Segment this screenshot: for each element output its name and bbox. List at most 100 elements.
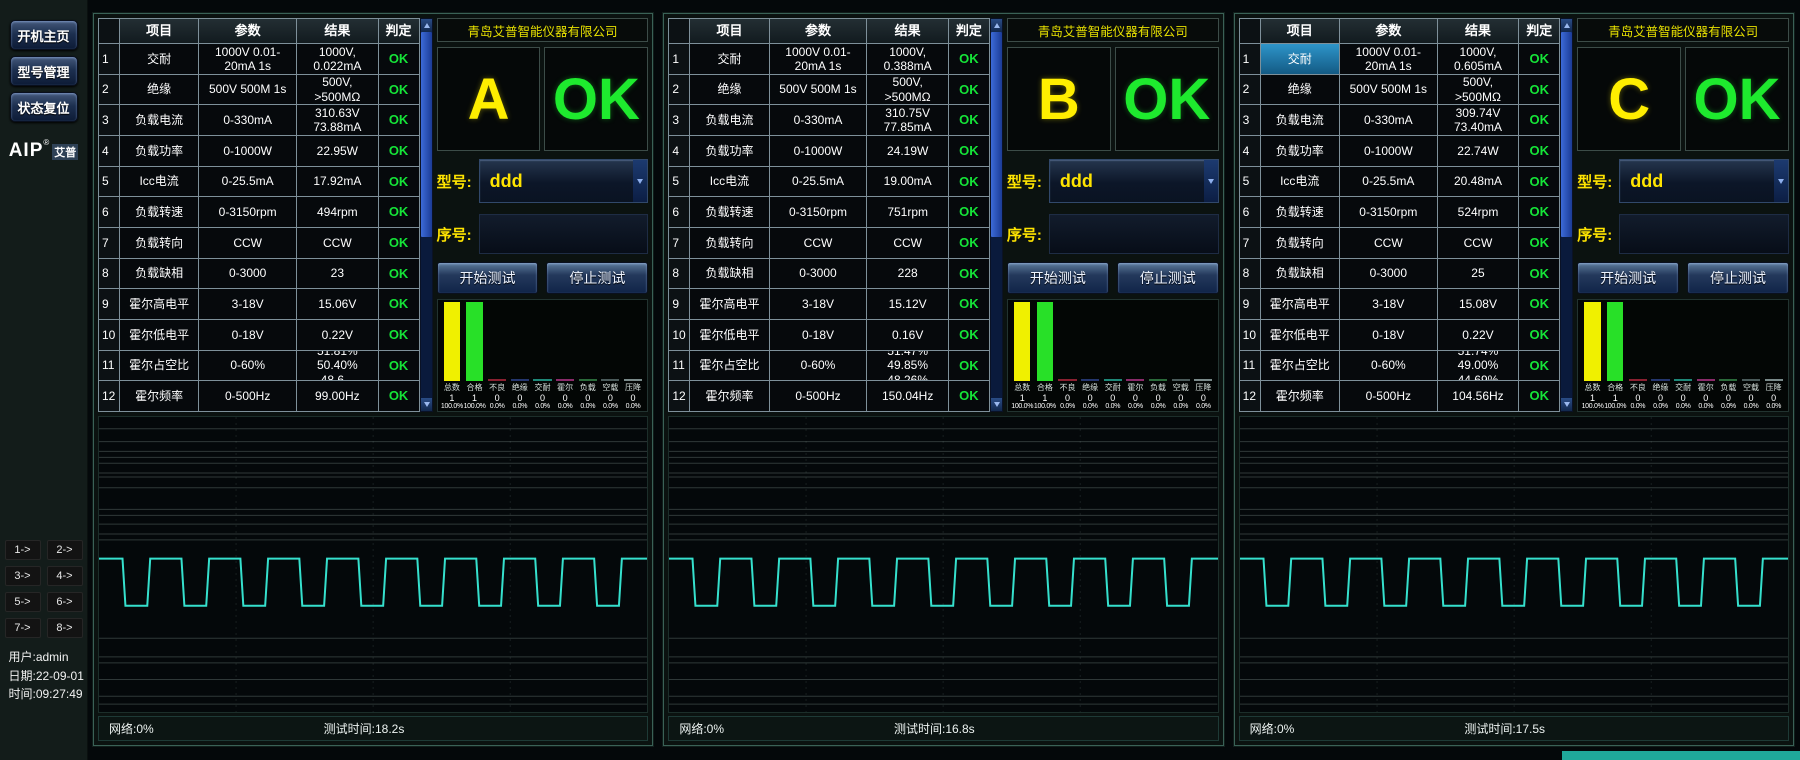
table-scrollbar[interactable] [420,18,433,412]
item-cell[interactable]: 交耐 [1261,44,1339,74]
stop-test-button[interactable]: 停止测试 [1117,262,1219,294]
scrollbar-track[interactable] [421,32,432,398]
column-header: 判定 [949,19,989,43]
chevron-down-icon[interactable] [1774,160,1788,202]
quick-button-5[interactable]: 5-> [5,592,41,612]
chevron-down-icon[interactable] [1204,160,1218,202]
stop-test-button[interactable]: 停止测试 [546,262,648,294]
item-cell[interactable]: 负载转向 [690,228,768,258]
item-cell[interactable]: 交耐 [690,44,768,74]
scrollbar-track[interactable] [991,32,1002,398]
item-cell[interactable]: 霍尔低电平 [1261,320,1339,350]
item-cell[interactable]: 负载转向 [120,228,198,258]
item-cell[interactable]: 负载转速 [120,197,198,227]
item-cell[interactable]: 绝缘 [120,75,198,105]
legend-percents: 100.0%100.0%0.0%0.0%0.0%0.0%0.0%0.0%0.0% [1581,403,1785,410]
stat-bar [1719,379,1737,381]
item-cell[interactable]: 霍尔占空比 [690,351,768,381]
legend-count: 0 [509,393,532,403]
model-select[interactable]: ddd [479,159,649,203]
scrollbar-thumb[interactable] [991,32,1002,237]
item-cell[interactable]: 霍尔高电平 [690,289,768,319]
quick-button-3[interactable]: 3-> [5,566,41,586]
row-number: 5 [99,167,119,197]
legend-name: 不良 [486,382,509,393]
item-cell[interactable]: 负载缺相 [120,259,198,289]
item-cell[interactable]: 霍尔低电平 [120,320,198,350]
row-number: 12 [669,381,689,411]
quick-button-6[interactable]: 6-> [47,592,83,612]
start-test-button[interactable]: 开始测试 [437,262,539,294]
scrollbar-track[interactable] [1561,32,1572,398]
quick-button-2[interactable]: 2-> [47,540,83,560]
item-cell[interactable]: 霍尔低电平 [690,320,768,350]
start-test-button[interactable]: 开始测试 [1007,262,1109,294]
item-cell[interactable]: 负载电流 [120,105,198,135]
serial-input[interactable] [1049,214,1219,254]
item-cell[interactable]: 绝缘 [1261,75,1339,105]
legend-name: 总数 [441,382,464,393]
table-scrollbar[interactable] [990,18,1003,412]
item-cell[interactable]: 负载缺相 [690,259,768,289]
item-cell[interactable]: Icc电流 [1261,167,1339,197]
result-cell: 15.12V [867,289,947,319]
item-cell[interactable]: 霍尔频率 [690,381,768,411]
item-cell[interactable]: 负载转向 [1261,228,1339,258]
model-select[interactable]: ddd [1619,159,1789,203]
table-scrollbar[interactable] [1560,18,1573,412]
nav-button-2[interactable]: 状态复位 [10,92,78,122]
quick-button-4[interactable]: 4-> [47,566,83,586]
row-number: 4 [1240,136,1260,166]
quick-button-8[interactable]: 8-> [47,618,83,638]
quick-button-7[interactable]: 7-> [5,618,41,638]
item-cell[interactable]: 负载转速 [1261,197,1339,227]
legend-percent: 100.0% [1011,403,1034,410]
scrollbar-thumb[interactable] [421,32,432,237]
row-number: 6 [1240,197,1260,227]
result-cell: 51.74% 49.00% 44.69% [1438,351,1518,381]
chevron-down-icon[interactable] [633,160,647,202]
item-cell[interactable]: 负载功率 [120,136,198,166]
start-test-button[interactable]: 开始测试 [1577,262,1679,294]
item-cell[interactable]: 绝缘 [690,75,768,105]
item-cell[interactable]: 负载功率 [690,136,768,166]
nav-button-1[interactable]: 型号管理 [10,56,78,86]
item-cell[interactable]: 交耐 [120,44,198,74]
column-header: 项目 [120,19,198,43]
item-cell[interactable]: 霍尔高电平 [1261,289,1339,319]
scrollbar-down-icon[interactable] [421,398,432,411]
serial-input[interactable] [1619,214,1789,254]
stat-bar [1607,302,1623,381]
stat-bar-column [486,302,509,381]
item-cell[interactable]: 霍尔频率 [120,381,198,411]
judge-cell: OK [379,351,419,381]
scrollbar-thumb[interactable] [1561,32,1572,237]
nav-button-0[interactable]: 开机主页 [10,20,78,50]
model-select[interactable]: ddd [1049,159,1219,203]
stop-test-button[interactable]: 停止测试 [1687,262,1789,294]
scrollbar-down-icon[interactable] [991,398,1002,411]
item-cell[interactable]: 负载电流 [1261,105,1339,135]
item-cell[interactable]: 霍尔占空比 [1261,351,1339,381]
item-cell[interactable]: 霍尔频率 [1261,381,1339,411]
scrollbar-down-icon[interactable] [1561,398,1572,411]
row-number: 8 [99,259,119,289]
quick-button-1[interactable]: 1-> [5,540,41,560]
item-cell[interactable]: 负载电流 [690,105,768,135]
item-cell[interactable]: 负载转速 [690,197,768,227]
item-cell[interactable]: Icc电流 [120,167,198,197]
legend-count: 0 [1056,393,1079,403]
scrollbar-up-icon[interactable] [991,19,1002,32]
item-cell[interactable]: 霍尔高电平 [120,289,198,319]
item-cell[interactable]: 负载功率 [1261,136,1339,166]
legend-name: 不良 [1056,382,1079,393]
scrollbar-up-icon[interactable] [1561,19,1572,32]
item-cell[interactable]: 霍尔占空比 [120,351,198,381]
legend-count: 1 [1604,393,1627,403]
scrollbar-up-icon[interactable] [421,19,432,32]
serial-input[interactable] [479,214,649,254]
model-value: ddd [480,171,523,192]
time-label: 时间:09:27:49 [9,685,85,704]
item-cell[interactable]: Icc电流 [690,167,768,197]
item-cell[interactable]: 负载缺相 [1261,259,1339,289]
